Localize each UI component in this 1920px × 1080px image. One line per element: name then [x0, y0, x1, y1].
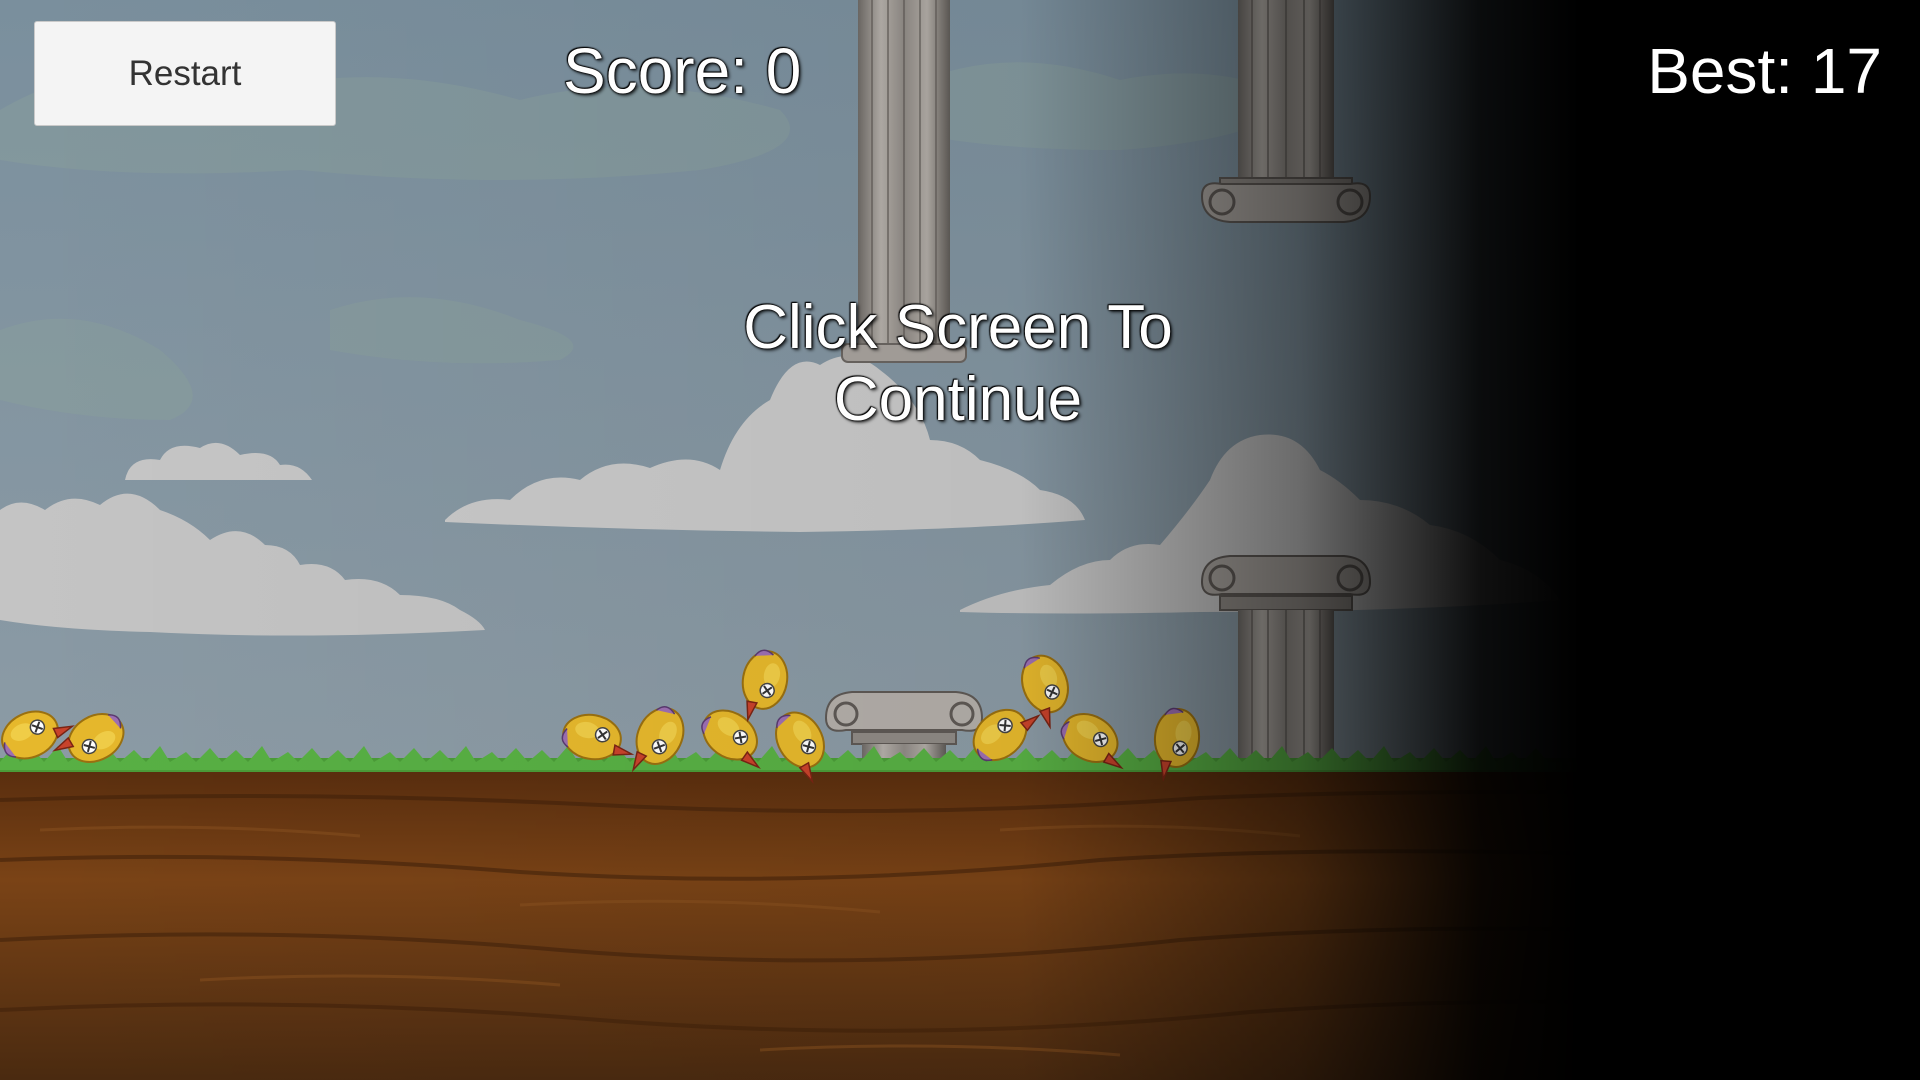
best-score-label: Best: 17 [1647, 35, 1882, 107]
dirt-ground [0, 772, 1920, 1080]
restart-button[interactable]: Restart [34, 21, 336, 126]
score-label: Score: 0 [563, 35, 802, 107]
game-screen[interactable]: Restart Score: 0 Best: 17 Click Screen T… [0, 0, 1920, 1080]
pillar-top-1 [841, 0, 967, 363]
game-scene[interactable] [0, 0, 1920, 1080]
